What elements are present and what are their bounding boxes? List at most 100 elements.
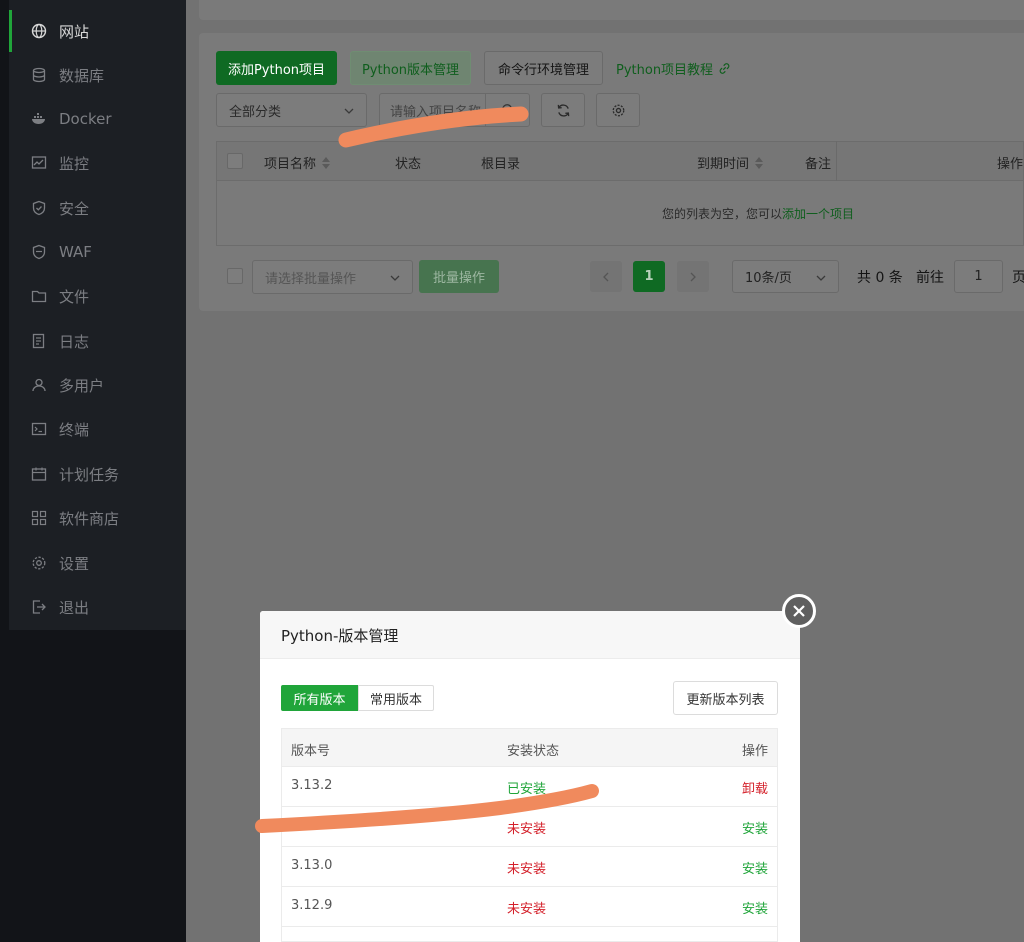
sort-icon	[322, 156, 331, 169]
tab-all-versions[interactable]: 所有版本	[281, 685, 358, 711]
sidebar-item-app-store[interactable]: 软件商店	[9, 496, 186, 540]
gear-icon	[612, 104, 624, 116]
logout-icon	[32, 600, 46, 614]
column-root-dir: 根目录	[481, 153, 520, 172]
column-label: 备注	[805, 157, 832, 172]
prev-page-button[interactable]	[590, 261, 622, 292]
column-status: 状态	[395, 153, 421, 172]
version-number: 3.13.2	[291, 778, 333, 793]
column-install-status: 安装状态	[507, 744, 560, 759]
table-row: 3.13.2 已安装 卸载	[281, 767, 778, 807]
table-row: 未安装 安装	[281, 807, 778, 847]
python-tutorial-label: Python项目教程	[616, 63, 714, 78]
search-icon	[501, 104, 514, 117]
page-size-value: 10条/页	[745, 271, 792, 286]
sidebar-item-files[interactable]: 文件	[9, 274, 186, 318]
update-version-list-button[interactable]: 更新版本列表	[673, 681, 778, 715]
install-status: 未安装	[507, 862, 547, 877]
sidebar-item-database[interactable]: 数据库	[9, 53, 186, 97]
sidebar-item-website[interactable]: 网站	[9, 9, 186, 53]
install-button[interactable]: 安装	[742, 858, 768, 877]
next-page-button[interactable]	[677, 261, 709, 292]
shield-icon	[32, 200, 46, 216]
python-tutorial-link[interactable]: Python项目教程	[616, 59, 731, 78]
column-version: 版本号	[291, 744, 331, 759]
install-button[interactable]: 安装	[742, 898, 768, 917]
sidebar-item-settings[interactable]: 设置	[9, 541, 186, 585]
sidebar-item-cron[interactable]: 计划任务	[9, 452, 186, 496]
total-count: 共 0 条	[857, 270, 903, 286]
goto-label: 前往	[916, 270, 944, 286]
waf-shield-icon	[32, 244, 46, 260]
version-number: 3.13.0	[291, 858, 333, 873]
category-select-value: 全部分类	[229, 104, 282, 120]
page-number-button[interactable]: 1	[633, 261, 665, 292]
sidebar-item-label: 数据库	[59, 66, 105, 85]
select-all-checkbox[interactable]	[227, 153, 243, 169]
column-label: 状态	[395, 157, 422, 172]
sidebar-item-waf[interactable]: WAF	[9, 230, 186, 274]
column-actions: 操作	[997, 153, 1023, 172]
python-version-manage-button[interactable]: Python版本管理	[350, 51, 471, 85]
page-suffix: 页	[1012, 270, 1024, 286]
column-expire-time[interactable]: 到期时间	[697, 153, 764, 172]
log-icon	[32, 333, 45, 349]
sidebar-item-label: 监控	[59, 154, 90, 173]
table-row: 3.12.9 未安装 安装	[281, 887, 778, 927]
link-icon	[719, 63, 730, 74]
sidebar-item-docker[interactable]: Docker	[9, 97, 186, 141]
install-button[interactable]: 安装	[742, 818, 768, 837]
tab-common-versions[interactable]: 常用版本	[358, 685, 434, 711]
install-status: 未安装	[507, 822, 547, 837]
refresh-list-button[interactable]	[541, 93, 585, 127]
chevron-right-icon	[690, 272, 696, 281]
goto-page-input[interactable]: 1	[954, 260, 1003, 293]
users-icon	[32, 378, 46, 392]
sidebar-item-label: Docker	[59, 110, 112, 128]
close-icon	[793, 605, 805, 617]
batch-operation-button[interactable]: 批量操作	[419, 260, 499, 293]
project-table-header	[216, 141, 1024, 181]
project-search-input[interactable]: 请输入项目名称	[379, 93, 530, 127]
sidebar-item-multiuser[interactable]: 多用户	[9, 363, 186, 407]
column-label: 根目录	[481, 157, 521, 172]
folder-icon	[31, 290, 47, 303]
cmd-env-manage-button[interactable]: 命令行环境管理	[484, 51, 603, 85]
batch-select-checkbox[interactable]	[227, 268, 243, 284]
docker-icon	[32, 113, 45, 124]
page-size-select[interactable]: 10条/页	[732, 260, 839, 293]
column-remark: 备注	[805, 153, 831, 172]
column-label: 到期时间	[697, 157, 750, 172]
sidebar-item-security[interactable]: 安全	[9, 186, 186, 230]
version-number: 3.12.9	[291, 898, 333, 913]
gear-icon	[32, 556, 46, 570]
column-project-name[interactable]: 项目名称	[264, 153, 331, 172]
globe-icon	[31, 23, 47, 39]
install-status: 已安装	[507, 782, 547, 797]
empty-text: 您的列表为空，您可以	[662, 207, 783, 221]
batch-operation-select[interactable]: 请选择批量操作	[252, 260, 413, 294]
sidebar-item-logout[interactable]: 退出	[9, 585, 186, 629]
sidebar-item-label: 日志	[59, 332, 90, 351]
sidebar-item-label: 安全	[59, 199, 90, 218]
table-settings-button[interactable]	[596, 93, 640, 127]
refresh-icon	[557, 103, 569, 117]
monitor-icon	[31, 156, 47, 169]
sidebar-item-label: 软件商店	[59, 509, 120, 528]
sidebar-item-monitor[interactable]: 监控	[9, 141, 186, 185]
sidebar-item-logs[interactable]: 日志	[9, 319, 186, 363]
add-python-project-button[interactable]: 添加Python项目	[216, 51, 337, 85]
sidebar-item-label: WAF	[59, 243, 92, 261]
category-select[interactable]: 全部分类	[216, 93, 367, 127]
search-button[interactable]	[485, 94, 529, 126]
sidebar-item-terminal[interactable]: 终端	[9, 407, 186, 451]
uninstall-button[interactable]: 卸载	[742, 778, 768, 797]
add-project-link[interactable]: 添加一个项目	[782, 207, 854, 221]
sidebar-item-label: 计划任务	[59, 465, 120, 484]
modal-close-button[interactable]	[782, 594, 816, 628]
sidebar-item-label: 退出	[59, 598, 90, 617]
calendar-icon	[31, 467, 47, 481]
column-operation: 操作	[741, 744, 768, 759]
column-divider	[836, 141, 837, 181]
chevron-down-icon	[390, 275, 400, 281]
